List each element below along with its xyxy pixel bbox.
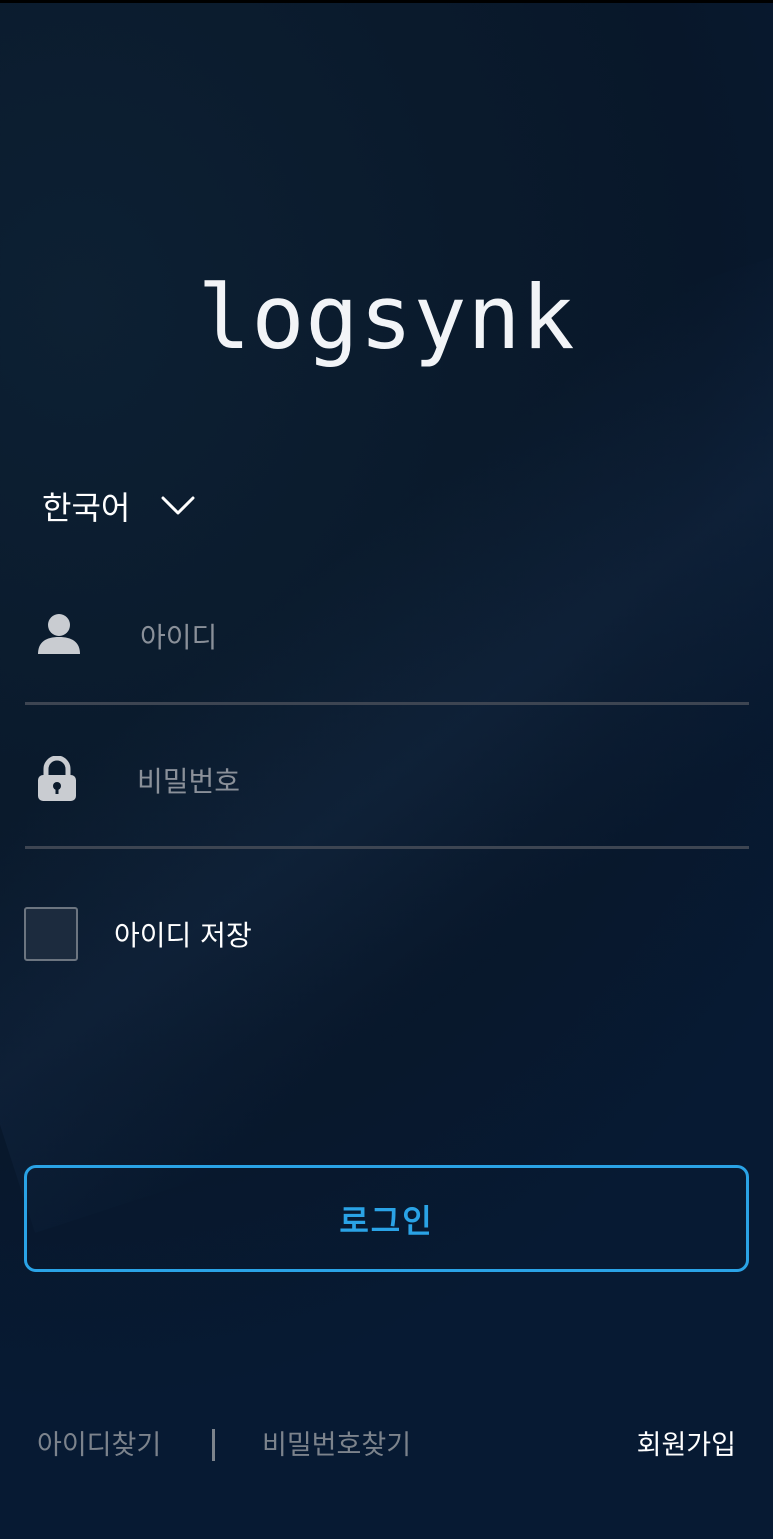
language-selector[interactable]: 한국어 bbox=[42, 484, 196, 528]
app-logo: logsynk bbox=[197, 266, 576, 369]
find-id-link[interactable]: 아이디찾기 bbox=[37, 1426, 161, 1466]
remember-id-checkbox[interactable] bbox=[24, 907, 78, 961]
chevron-down-icon bbox=[161, 496, 195, 515]
login-button[interactable]: 로그인 bbox=[24, 1165, 749, 1272]
background-light-streak bbox=[0, 227, 773, 1233]
username-input[interactable]: 아이디 bbox=[140, 616, 217, 656]
password-input[interactable]: 비밀번호 bbox=[137, 760, 240, 800]
lock-icon bbox=[38, 756, 76, 801]
remember-id-toggle[interactable]: 아이디 저장 bbox=[24, 907, 252, 961]
footer-divider bbox=[212, 1429, 215, 1461]
signup-link[interactable]: 회원가입 bbox=[637, 1426, 736, 1466]
remember-id-label: 아이디 저장 bbox=[114, 919, 252, 952]
username-field[interactable]: 아이디 bbox=[25, 600, 749, 710]
user-icon bbox=[38, 614, 80, 654]
password-field[interactable]: 비밀번호 bbox=[25, 746, 749, 856]
username-underline bbox=[25, 702, 749, 705]
find-password-link[interactable]: 비밀번호찾기 bbox=[262, 1426, 411, 1466]
status-bar bbox=[0, 0, 773, 3]
login-button-label: 로그인 bbox=[339, 1201, 434, 1240]
password-underline bbox=[25, 846, 749, 849]
language-selected-label: 한국어 bbox=[42, 489, 131, 527]
